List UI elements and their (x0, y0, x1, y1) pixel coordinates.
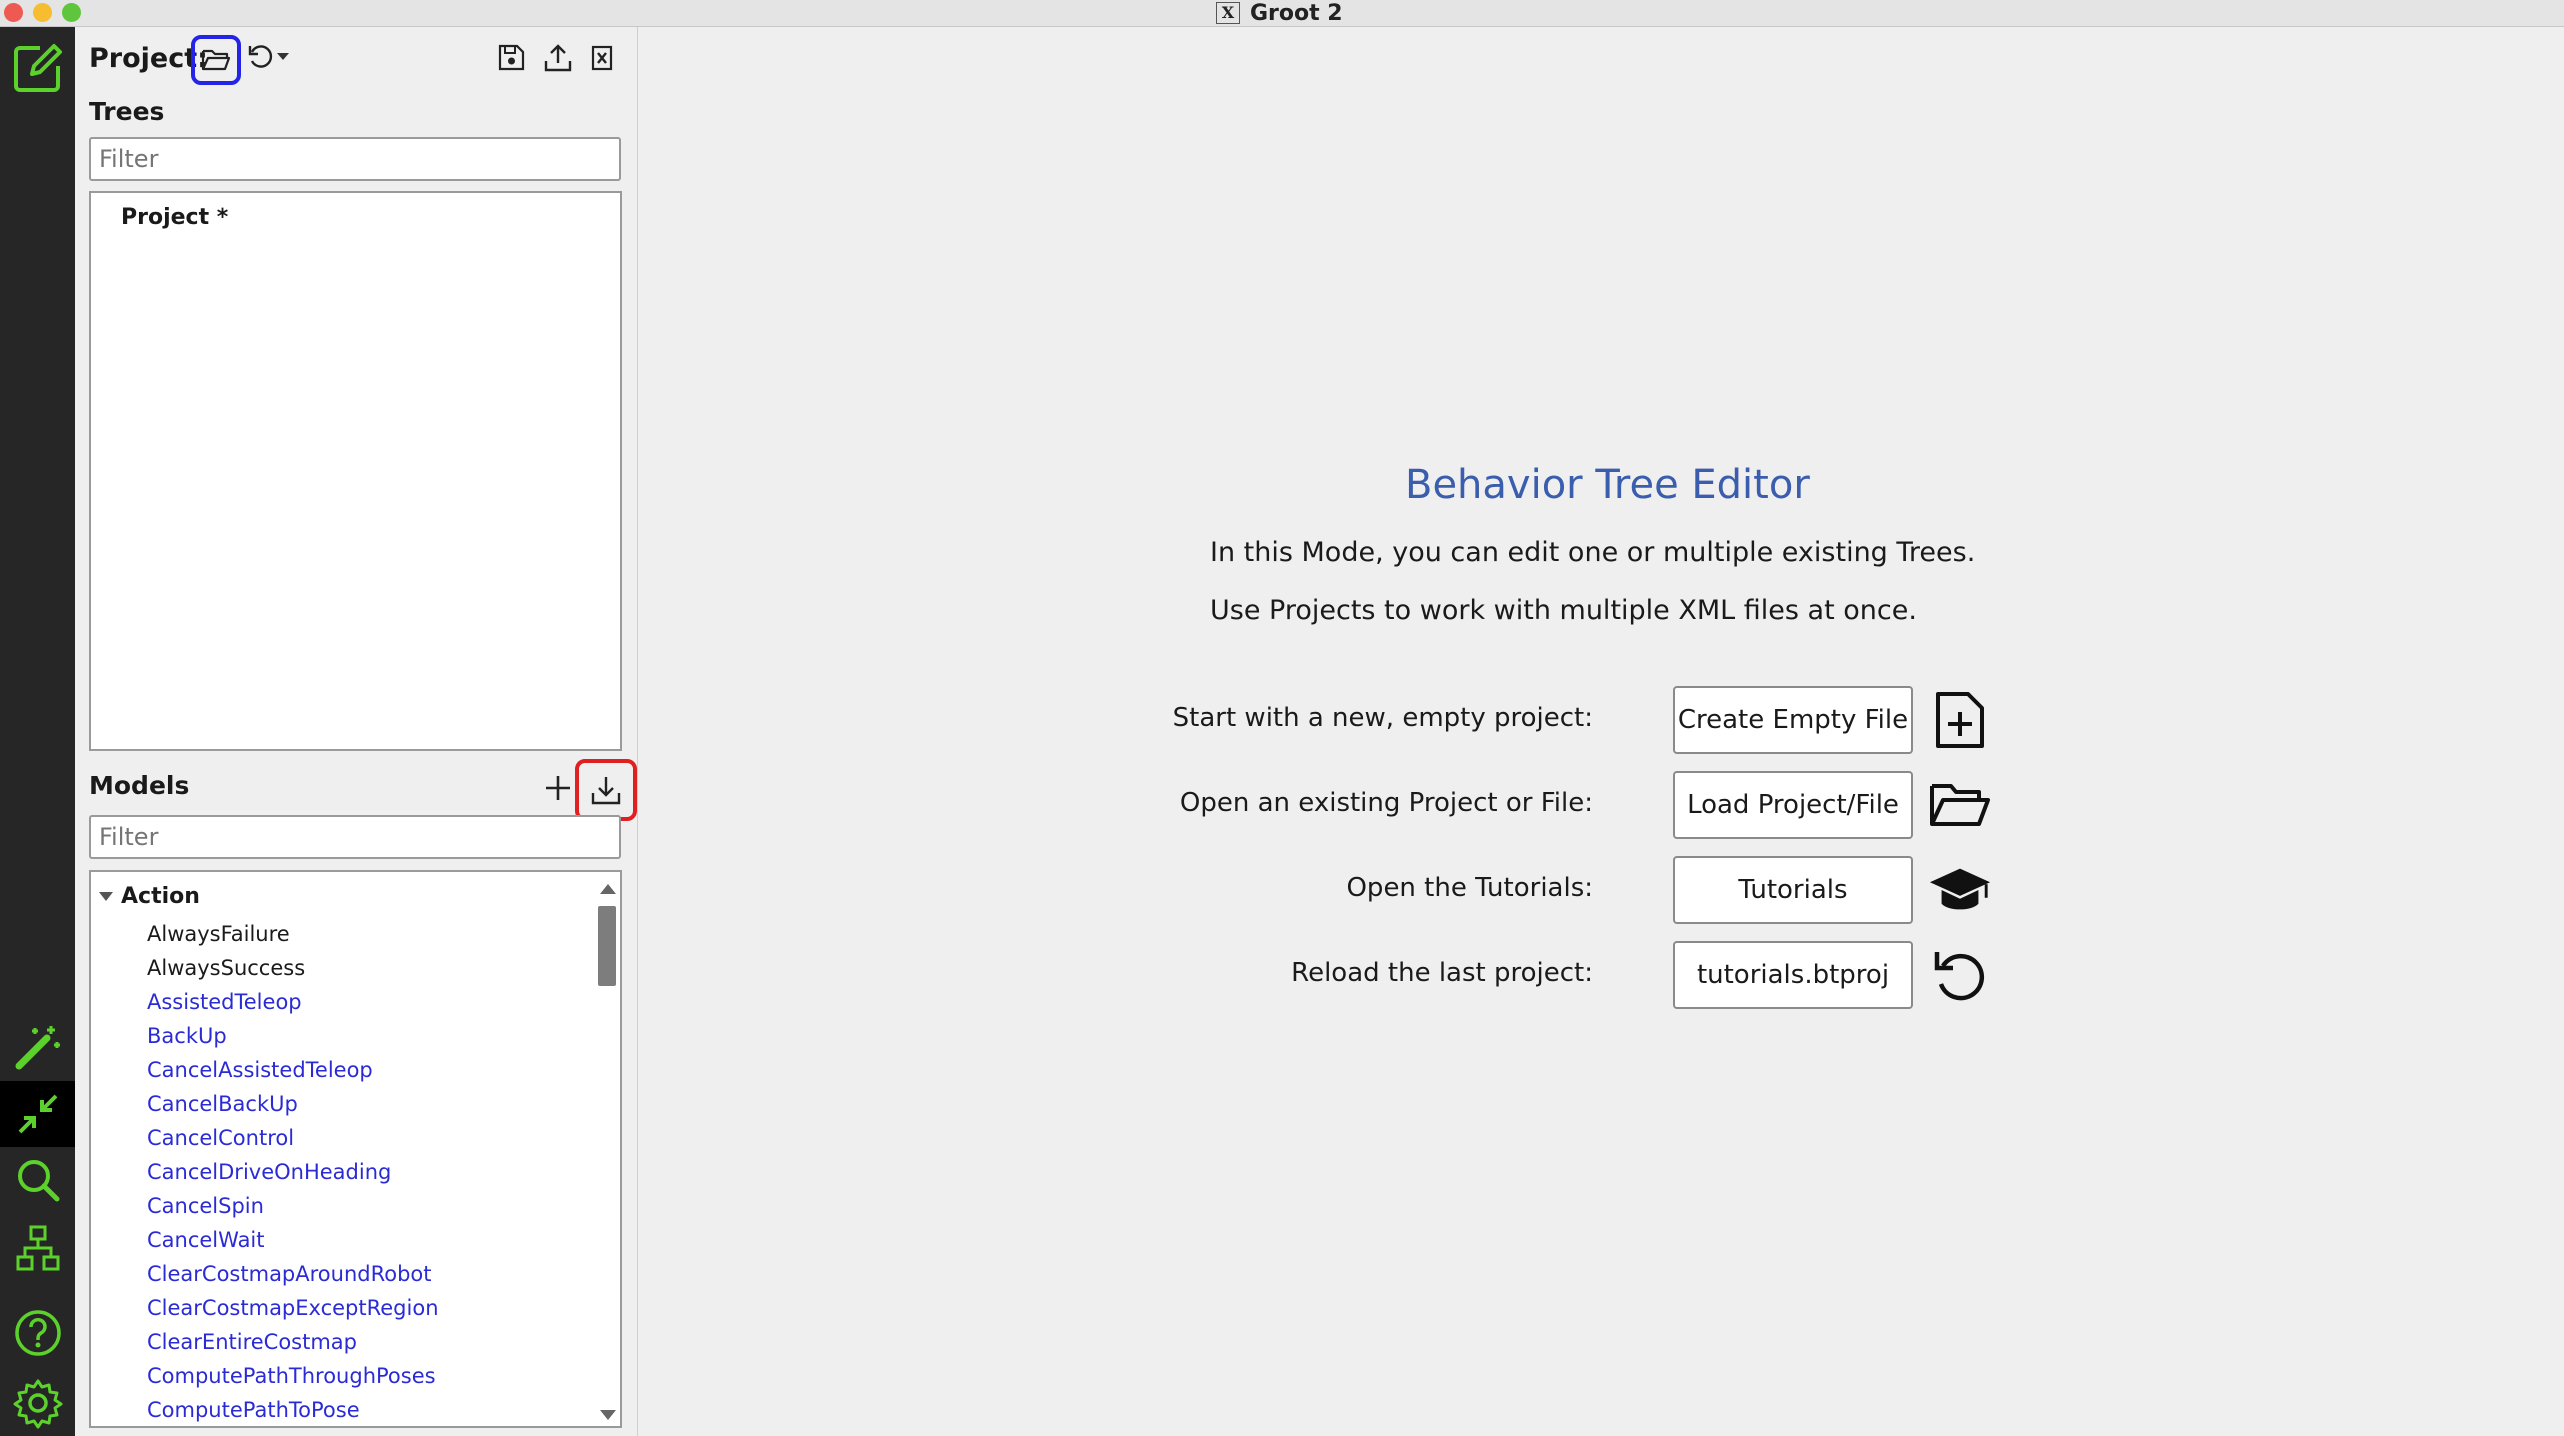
save-project-button[interactable] (495, 41, 529, 75)
search-icon (17, 1160, 59, 1202)
reload-icon (1934, 952, 1985, 1001)
open-folder-icon (1930, 784, 1990, 826)
wizard-mode-button[interactable] (0, 1014, 75, 1080)
chevron-down-icon (277, 53, 289, 60)
export-project-button[interactable] (541, 41, 575, 75)
row-label-new: Start with a new, empty project: (1172, 703, 1593, 733)
hierarchy-icon (16, 1225, 59, 1271)
model-item[interactable]: ClearCostmapAroundRobot (147, 1257, 439, 1291)
model-item[interactable]: CancelBackUp (147, 1087, 439, 1121)
import-models-button[interactable] (575, 759, 637, 821)
scroll-thumb[interactable] (598, 906, 616, 986)
new-file-icon (1936, 692, 1984, 748)
editor-mode-button[interactable] (0, 35, 75, 101)
hierarchy-mode-button[interactable] (0, 1215, 75, 1281)
open-project-button[interactable] (191, 35, 241, 85)
model-item[interactable]: CancelWait (147, 1223, 439, 1257)
model-item[interactable]: BackUp (147, 1019, 439, 1053)
minimize-window-button[interactable] (33, 3, 52, 22)
model-item[interactable]: CancelControl (147, 1121, 439, 1155)
trees-list: Project * (89, 191, 622, 751)
intro-line-1: In this Mode, you can edit one or multip… (1210, 537, 1976, 568)
open-folder-icon (201, 49, 231, 71)
models-filter-input[interactable] (89, 815, 621, 859)
expand-caret-icon[interactable] (99, 892, 113, 901)
models-title: Models (89, 771, 190, 800)
category-action[interactable]: Action (99, 884, 200, 909)
reload-icon-button[interactable] (1928, 941, 1992, 1009)
model-item[interactable]: ClearCostmapExceptRegion (147, 1291, 439, 1325)
new-file-icon-button[interactable] (1928, 686, 1992, 754)
project-panel: Project: Trees Project * (75, 27, 638, 1436)
close-project-button[interactable] (587, 43, 617, 73)
trees-title: Trees (89, 97, 165, 126)
recent-projects-dropdown[interactable] (275, 49, 291, 65)
model-item[interactable]: CancelSpin (147, 1189, 439, 1223)
model-item[interactable]: AlwaysSuccess (147, 951, 439, 985)
graduation-cap-icon-button[interactable] (1928, 856, 1992, 924)
download-icon (591, 777, 621, 805)
row-label-tutorials: Open the Tutorials: (1346, 873, 1593, 903)
model-item[interactable]: CancelAssistedTeleop (147, 1053, 439, 1087)
magic-wand-icon (15, 1026, 60, 1070)
search-mode-button[interactable] (0, 1147, 75, 1213)
help-button[interactable] (0, 1300, 75, 1366)
upload-icon (544, 44, 572, 72)
add-model-button[interactable] (541, 771, 575, 805)
close-file-icon (591, 45, 613, 71)
plus-icon (546, 776, 570, 800)
models-tree: Action AlwaysFailure AlwaysSuccess Assiste… (89, 870, 622, 1428)
model-item[interactable]: ComputePathToPose (147, 1393, 439, 1426)
model-item[interactable]: AlwaysFailure (147, 917, 439, 951)
editor-headline: Behavior Tree Editor (1405, 462, 1810, 508)
model-item[interactable]: ComputePathThroughPoses (147, 1359, 439, 1393)
tutorials-button[interactable]: Tutorials (1673, 856, 1913, 924)
collapse-arrows-icon (18, 1094, 57, 1134)
scroll-up-arrow[interactable] (600, 884, 616, 894)
row-label-open: Open an existing Project or File: (1179, 788, 1593, 818)
load-project-file-button[interactable]: Load Project/File (1673, 771, 1913, 839)
reload-project-button[interactable] (245, 41, 275, 71)
maximize-window-button[interactable] (62, 3, 81, 22)
category-label: Action (121, 884, 200, 909)
model-item[interactable]: AssistedTeleop (147, 985, 439, 1019)
settings-button[interactable] (0, 1370, 75, 1436)
window-title: Groot 2 (1250, 0, 1343, 26)
save-icon (498, 44, 525, 71)
tree-item-project[interactable]: Project * (121, 205, 228, 230)
compact-mode-button[interactable] (0, 1081, 75, 1147)
model-item[interactable]: CancelDriveOnHeading (147, 1155, 439, 1189)
x11-icon: X (1216, 2, 1240, 24)
close-window-button[interactable] (4, 3, 23, 22)
row-label-reload: Reload the last project: (1291, 958, 1593, 988)
window-title-group: X Groot 2 (1216, 0, 1343, 26)
welcome-area: Behavior Tree Editor In this Mode, you c… (638, 27, 2564, 1436)
create-empty-file-button[interactable]: Create Empty File (1673, 686, 1913, 754)
scroll-down-arrow[interactable] (600, 1410, 616, 1420)
reload-last-project-button[interactable]: tutorials.btproj (1673, 941, 1913, 1009)
trees-filter-input[interactable] (89, 137, 621, 181)
mode-sidebar (0, 27, 75, 1436)
gear-icon (13, 1379, 62, 1429)
models-list: AlwaysFailure AlwaysSuccess AssistedTeleop… (147, 917, 439, 1426)
title-bar: X Groot 2 (0, 0, 2564, 27)
models-scrollbar[interactable] (596, 884, 618, 1420)
edit-square-icon (13, 44, 62, 92)
help-icon (14, 1310, 61, 1356)
open-folder-icon-button[interactable] (1928, 771, 1992, 839)
reload-icon (248, 45, 273, 68)
model-item[interactable]: ClearEntireCostmap (147, 1325, 439, 1359)
intro-line-2: Use Projects to work with multiple XML f… (1210, 595, 1917, 626)
graduation-cap-icon (1929, 868, 1991, 910)
